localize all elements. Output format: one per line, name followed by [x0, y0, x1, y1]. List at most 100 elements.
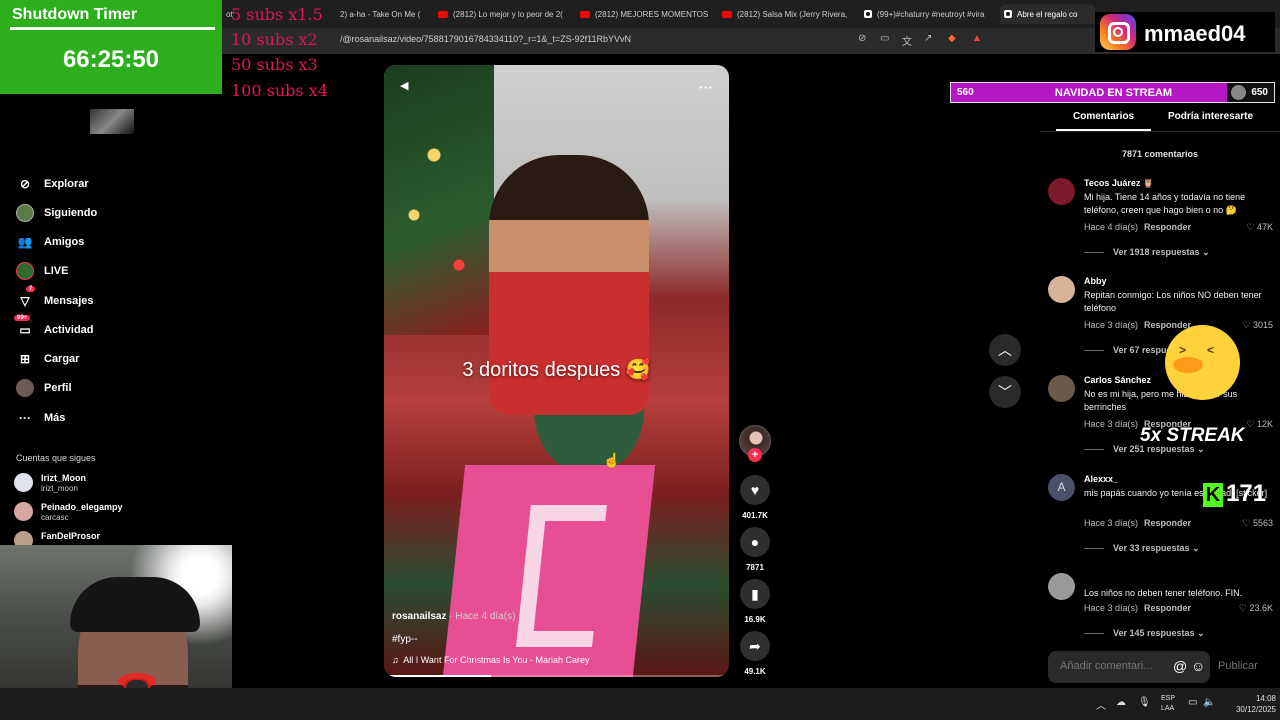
avatar[interactable]: [1048, 375, 1075, 402]
comment-like-button[interactable]: ♡ 5563: [1242, 518, 1273, 529]
sidebar-item-amigos[interactable]: 👥 Amigos: [16, 231, 85, 253]
share-icon[interactable]: ↗: [924, 33, 932, 44]
friends-icon: 👥: [17, 235, 33, 249]
heart-outline-icon: ♡: [1238, 603, 1247, 613]
avatar[interactable]: [1048, 276, 1075, 303]
comment-input-container[interactable]: @ ☺: [1048, 651, 1210, 683]
avatar[interactable]: [1048, 573, 1075, 600]
comment-like-count: 12K: [1256, 419, 1273, 429]
reply-button[interactable]: Responder: [1144, 603, 1191, 613]
emoji-icon[interactable]: ☺: [1191, 658, 1205, 674]
previous-video-button[interactable]: ︿: [989, 334, 1021, 366]
comment-like-count: 3015: [1252, 320, 1273, 330]
clock-time[interactable]: 14:08: [1236, 694, 1276, 703]
music-title: All I Want For Christmas Is You - Mariah…: [403, 655, 590, 665]
video-author[interactable]: rosanailsaz: [392, 611, 446, 622]
screenshot-icon[interactable]: ▭: [880, 33, 889, 44]
follow-plus-icon[interactable]: +: [748, 448, 762, 462]
comment-item: Tecos Juárez 🦉 Mi hija. Tiene 14 años y …: [1048, 178, 1273, 263]
following-avatar-icon: [16, 204, 34, 222]
comment-user[interactable]: Tecos Juárez 🦉: [1084, 178, 1154, 189]
sidebar-item-mas[interactable]: ··· Más: [16, 407, 65, 429]
bookmark-icon: ▮: [751, 585, 759, 602]
volume-tray-icon[interactable]: 🔈: [1203, 697, 1215, 708]
compass-icon: ⊘: [19, 177, 31, 191]
video-music[interactable]: ♫ All I Want For Christmas Is You - Mari…: [392, 655, 590, 665]
tab-comentarios[interactable]: Comentarios: [1073, 111, 1134, 122]
sidebar-item-perfil[interactable]: Perfil: [16, 377, 72, 399]
volume-icon[interactable]: ◀: [400, 79, 408, 92]
tab-podria-interesarte[interactable]: Podría interesarte: [1168, 111, 1253, 122]
sidebar-item-siguiendo[interactable]: Siguiendo: [16, 202, 97, 224]
reply-button[interactable]: Responder: [1144, 518, 1191, 528]
overlay-thumbnail: [90, 109, 134, 134]
url-text[interactable]: /@rosanailsaz/video/7588179016784334110?…: [340, 34, 631, 44]
browser-tab[interactable]: (2812) MEJORES MOMENTOS (: [576, 4, 708, 24]
comment-text: Repitan conmigo: Los niños NO deben tene…: [1084, 290, 1262, 313]
instagram-handle: mmaed04: [1144, 21, 1246, 46]
comment-time: Hace 3 día(s): [1084, 320, 1139, 330]
language-indicator[interactable]: ESP: [1161, 695, 1175, 702]
publish-button[interactable]: Publicar: [1218, 660, 1258, 672]
mention-icon[interactable]: @: [1173, 658, 1187, 674]
translate-icon[interactable]: 文: [902, 33, 912, 48]
sidebar-item-mensajes[interactable]: ▽ 7 Mensajes: [16, 286, 94, 312]
sidebar-item-explorar[interactable]: ⊘ Explorar: [16, 173, 89, 195]
more-options-icon[interactable]: ···: [699, 79, 713, 95]
sidebar-item-actividad[interactable]: ▭ 99+ Actividad: [14, 315, 94, 341]
avatar[interactable]: [1048, 178, 1075, 205]
sidebar-item-live[interactable]: LIVE: [16, 260, 68, 282]
tray-chevron-up-icon[interactable]: ︿: [1096, 697, 1106, 712]
sidebar-item-label: Mensajes: [44, 295, 94, 307]
video-hashtag[interactable]: #fyp--: [392, 634, 418, 645]
comment-button[interactable]: ●: [740, 527, 770, 557]
comment-like-button[interactable]: ♡ 3015: [1242, 320, 1273, 331]
reply-button[interactable]: Responder: [1144, 222, 1191, 232]
mouse-cursor-icon: ☝: [603, 452, 621, 468]
cloud-icon[interactable]: ☁: [1116, 697, 1126, 708]
brave-shield-icon[interactable]: ◆: [948, 33, 956, 44]
comment-user[interactable]: Carlos Sánchez: [1084, 375, 1151, 385]
reader-mode-icon[interactable]: ⊘: [858, 33, 866, 44]
comment-input[interactable]: [1060, 660, 1165, 672]
save-button[interactable]: ▮: [740, 579, 770, 609]
view-replies-button[interactable]: Ver 1918 respuestas ⌄: [1084, 247, 1210, 258]
share-button[interactable]: ➦: [740, 631, 770, 661]
view-replies-button[interactable]: Ver 33 respuestas ⌄: [1084, 543, 1200, 554]
avatar[interactable]: A: [1048, 474, 1075, 501]
comment-user[interactable]: Alexxx_: [1084, 474, 1118, 484]
browser-tab[interactable]: 2) a-ha - Take On Me (: [336, 4, 426, 24]
browser-tab[interactable]: (2812) Salsa Mix (Jerry Rivera, (: [718, 4, 850, 24]
following-account[interactable]: Peinado_elegampy carcasc: [14, 502, 123, 523]
browser-tab[interactable]: (99+)#chaturry #neutroyt #vira: [860, 4, 992, 24]
comment-time: Hace 3 día(s): [1084, 518, 1139, 528]
comment-time: Hace 4 día(s): [1084, 222, 1139, 232]
browser-tab-active[interactable]: Abre el regalo co: [1000, 4, 1095, 24]
sidebar-item-cargar[interactable]: ⊞ Cargar: [16, 348, 80, 370]
chevron-up-icon: ︿: [998, 342, 1012, 358]
comment-like-button[interactable]: ♡ 47K: [1246, 222, 1273, 233]
view-replies-button[interactable]: Ver 145 respuestas ⌄: [1084, 628, 1205, 639]
tab-label: (99+)#chaturry #neutroyt #vira: [877, 9, 985, 19]
messages-badge: 7: [26, 286, 36, 292]
clock-date[interactable]: 30/12/2025: [1224, 705, 1276, 714]
microphone-icon[interactable]: 🎙: [1138, 697, 1151, 708]
like-button[interactable]: ♥: [740, 475, 770, 505]
comment-like-button[interactable]: ♡ 23.6K: [1239, 603, 1273, 614]
following-section-title: Cuentas que sigues: [16, 453, 96, 463]
browser-tab[interactable]: (2812) Lo mejor y lo peor de 2(: [434, 4, 566, 24]
following-account[interactable]: Irizt_Moon irizt_moon: [14, 473, 86, 494]
chevron-down-icon: ﹀: [998, 384, 1012, 400]
kick-count: 171: [1226, 480, 1267, 507]
language-layout[interactable]: LAA: [1161, 705, 1174, 712]
network-icon[interactable]: ▭: [1188, 697, 1197, 708]
comment-like-button[interactable]: ♡ 12K: [1246, 419, 1273, 430]
next-video-button[interactable]: ﹀: [989, 376, 1021, 408]
video-player[interactable]: ◀ ··· 3 doritos despues 🥰 rosanailsaz · …: [384, 65, 729, 677]
screen: ot 2) a-ha - Take On Me ( (2812) Lo mejo…: [0, 0, 1280, 720]
sidebar-item-label: Amigos: [44, 236, 85, 248]
comment-user[interactable]: Abby: [1084, 276, 1107, 286]
video-progress-bar[interactable]: [384, 675, 729, 677]
rewards-icon[interactable]: ▲: [972, 33, 982, 44]
youtube-icon: [722, 10, 732, 18]
